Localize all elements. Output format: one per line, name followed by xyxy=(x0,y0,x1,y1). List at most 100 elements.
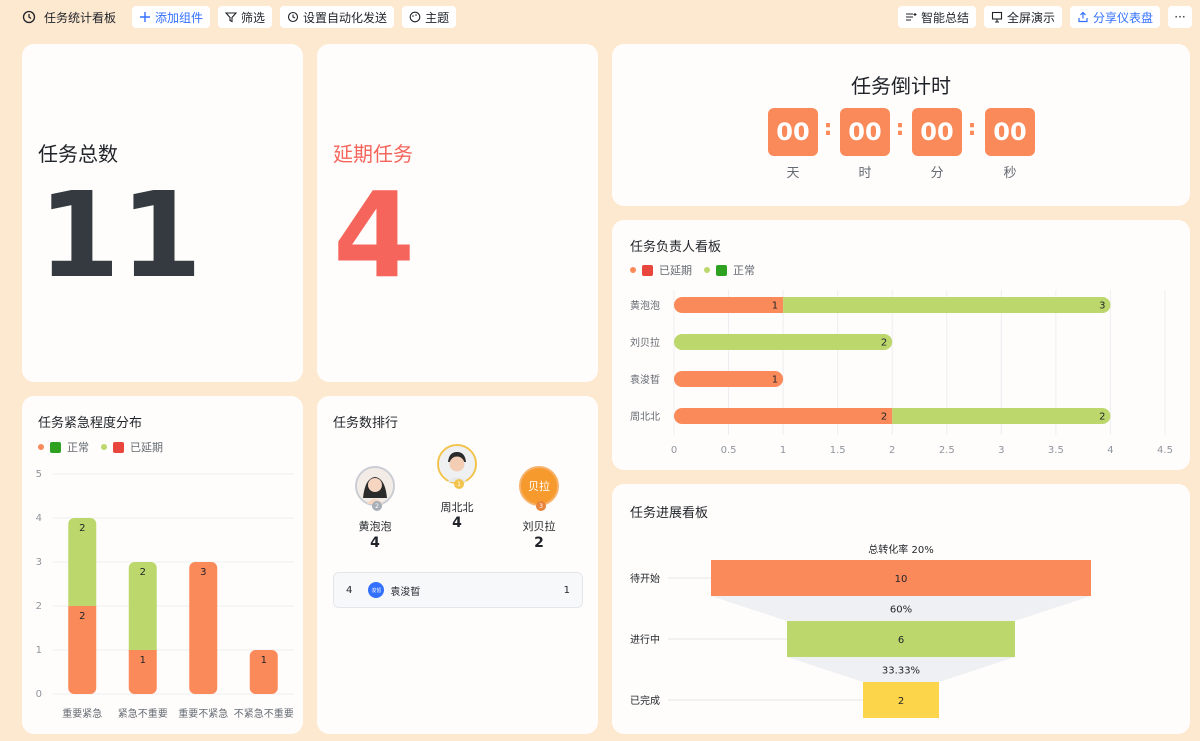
y-category-label: 袁浚晢 xyxy=(630,373,660,386)
countdown-title: 任务倒计时 xyxy=(851,74,951,98)
automation-button[interactable]: 设置自动化发送 xyxy=(280,6,395,28)
funnel-rate-label: 60% xyxy=(890,605,912,616)
funnel-stage-value: 6 xyxy=(898,635,904,646)
x-category-label: 重要不紧急 xyxy=(178,707,228,720)
bar-value-label: 2 xyxy=(79,523,85,534)
mini-avatar: 浚晢 xyxy=(368,582,385,598)
funnel-stage-label: 进行中 xyxy=(630,633,660,646)
progress-board-card: 任务进展看板 总转化率 20% 60% 33.33% 待开始 10 进行中 6 已完成 2 xyxy=(612,484,1190,734)
theme-button[interactable]: 主题 xyxy=(402,6,457,28)
bar-value-label: 1 xyxy=(772,301,778,312)
bar-value-label: 1 xyxy=(261,655,267,666)
person-avatar-icon xyxy=(439,446,475,482)
ranking-title: 任务数排行 xyxy=(333,416,399,431)
clock-icon xyxy=(22,10,36,24)
countdown-separator: : xyxy=(895,116,905,141)
fullscreen-label: 全屏演示 xyxy=(1006,10,1055,25)
progress-funnel-chart: 总转化率 20% 60% 33.33% 待开始 10 进行中 6 已完成 2 xyxy=(630,543,1091,718)
funnel-stage-label: 已完成 xyxy=(630,694,660,707)
x-tick-label: 0.5 xyxy=(721,445,737,456)
avatar-rank-3: 贝拉 3 xyxy=(519,466,559,511)
bar-value-label: 1 xyxy=(772,375,778,386)
total-tasks-value: 11 xyxy=(38,166,203,304)
rank-3-name: 刘贝拉 xyxy=(522,520,556,533)
bar-value-label: 2 xyxy=(881,338,887,349)
add-component-label: 添加组件 xyxy=(155,10,204,25)
x-category-label: 重要紧急 xyxy=(62,707,102,720)
x-tick-label: 0 xyxy=(671,445,677,456)
automation-icon xyxy=(287,11,299,23)
x-tick-label: 1.5 xyxy=(830,445,846,456)
bar-value-label: 1 xyxy=(140,655,146,666)
bar-value-label: 2 xyxy=(881,412,887,423)
avatar-rank-2: 2 xyxy=(355,466,395,511)
share-icon xyxy=(1078,11,1088,23)
rank-3-value: 2 xyxy=(534,535,544,551)
x-category-label: 不紧急不重要 xyxy=(234,707,294,720)
funnel-stage-value: 10 xyxy=(895,574,908,585)
owner-bar-chart: 0 0.5 1 1.5 2 2.5 3 3.5 4 4.5 黄泡泡 1 3 刘贝拉 2 袁浚晢 1 周北北 2 2 xyxy=(630,290,1173,456)
palette-icon xyxy=(409,11,421,23)
y-tick-label: 4 xyxy=(36,513,42,524)
rank-1-name: 周北北 xyxy=(440,501,474,514)
countdown-hours-label: 时 xyxy=(858,166,872,181)
share-button[interactable]: 分享仪表盘 xyxy=(1069,6,1160,28)
funnel-stage-label: 待开始 xyxy=(630,572,660,585)
y-tick-label: 0 xyxy=(36,689,42,700)
avatar-initials: 贝拉 xyxy=(528,480,550,493)
y-tick-label: 2 xyxy=(36,601,42,612)
x-tick-label: 2 xyxy=(889,445,895,456)
countdown-separator: : xyxy=(967,116,977,141)
x-tick-label: 3.5 xyxy=(1048,445,1064,456)
delayed-tasks-card: 延期任务 4 xyxy=(317,44,598,382)
bar-segment xyxy=(189,562,218,694)
bar-segment xyxy=(892,408,1111,424)
y-category-label: 刘贝拉 xyxy=(630,336,660,349)
smart-summary-button[interactable]: 智能总结 xyxy=(897,6,976,28)
presentation-icon xyxy=(991,11,1003,23)
filter-label: 筛选 xyxy=(241,10,266,25)
x-tick-label: 3 xyxy=(998,445,1004,456)
urgency-bar-chart: 0 1 2 3 4 5 重要紧急 2 2 紧急不重要 1 2 重要不紧急 3 不紧急不重要 1 xyxy=(36,469,294,720)
avatar-rank-1: 1 xyxy=(437,444,477,489)
countdown-minutes: 00 xyxy=(912,108,962,156)
fullscreen-button[interactable]: 全屏演示 xyxy=(983,6,1062,28)
bar-value-label: 3 xyxy=(200,567,206,578)
bar-segment xyxy=(674,371,784,387)
bar-segment xyxy=(674,334,893,350)
countdown-days-label: 天 xyxy=(786,166,800,181)
theme-label: 主题 xyxy=(425,10,450,25)
rank-badge: 3 xyxy=(536,501,546,511)
y-tick-label: 5 xyxy=(36,469,42,480)
rank-row-name: 袁浚晢 xyxy=(390,586,421,598)
x-category-label: 紧急不重要 xyxy=(118,707,168,720)
more-icon: ··· xyxy=(1174,10,1186,24)
total-tasks-label: 任务总数 xyxy=(38,142,118,166)
dashboard-title: 任务统计看板 xyxy=(22,9,116,26)
smart-summary-label: 智能总结 xyxy=(920,10,969,25)
add-component-button[interactable]: 添加组件 xyxy=(132,6,211,28)
plus-icon xyxy=(140,12,151,22)
rank-number: 4 xyxy=(346,584,353,596)
rank-badge: 2 xyxy=(372,501,382,511)
x-tick-label: 1 xyxy=(780,445,786,456)
ranking-list-item[interactable]: 4 浚晢 袁浚晢 1 xyxy=(333,572,583,608)
countdown-seconds-label: 秒 xyxy=(1003,166,1017,181)
summary-icon xyxy=(905,13,917,21)
funnel-rate-label: 33.33% xyxy=(882,666,920,677)
filter-button[interactable]: 筛选 xyxy=(218,6,273,28)
more-button[interactable]: ··· xyxy=(1168,6,1192,28)
funnel-stage-value: 2 xyxy=(898,696,904,707)
automation-label: 设置自动化发送 xyxy=(303,10,388,25)
rank-2-name: 黄泡泡 xyxy=(358,520,392,533)
share-label: 分享仪表盘 xyxy=(1092,10,1153,25)
bar-value-label: 2 xyxy=(140,567,146,578)
countdown-days: 00 xyxy=(768,108,818,156)
bar-value-label: 3 xyxy=(1099,301,1105,312)
countdown-minutes-label: 分 xyxy=(930,166,944,181)
x-tick-label: 4 xyxy=(1107,445,1113,456)
bar-value-label: 2 xyxy=(79,611,85,622)
bar-segment xyxy=(674,408,893,424)
countdown-seconds: 00 xyxy=(985,108,1035,156)
bar-segment xyxy=(783,297,1111,313)
